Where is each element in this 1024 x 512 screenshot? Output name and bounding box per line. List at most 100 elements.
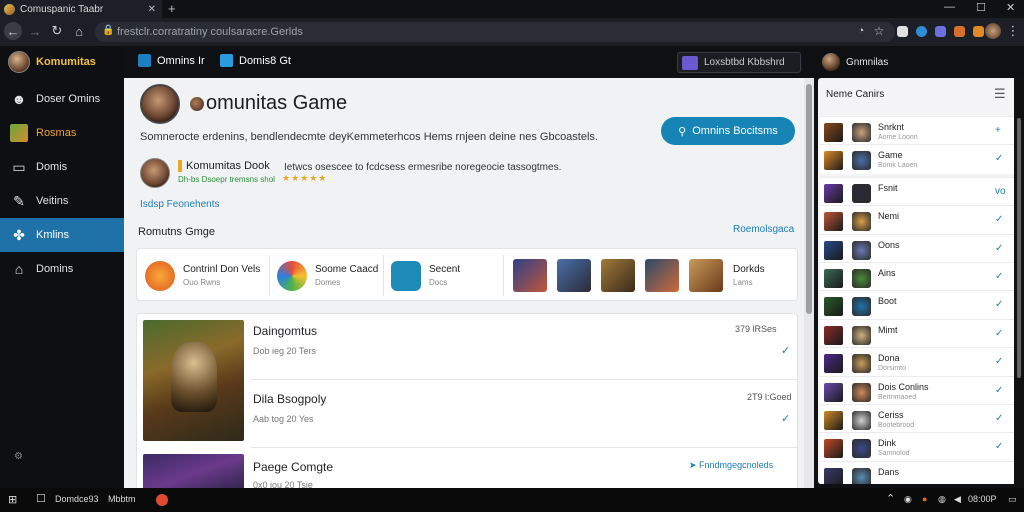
task-view-icon[interactable]: ☐: [36, 492, 46, 505]
check-icon[interactable]: ✓: [781, 412, 790, 425]
volume-icon[interactable]: ◀: [954, 494, 961, 505]
check-icon[interactable]: ✓: [995, 214, 1003, 225]
game-thumbnail[interactable]: [645, 259, 679, 292]
network-icon[interactable]: ◍: [938, 494, 946, 505]
settings-icon[interactable]: ⚙: [14, 451, 23, 462]
card-item[interactable]: Secent Docs: [391, 249, 460, 302]
home-icon[interactable]: ⌂: [70, 22, 88, 40]
game-title[interactable]: Paege Comgte: [253, 460, 333, 474]
cta-button[interactable]: ⚲ Omnins Bocitsms: [661, 117, 795, 145]
sidebar-item-games[interactable]: Rosmas: [0, 116, 124, 150]
sidebar-item-kmlins[interactable]: ✤ Kmlins: [0, 218, 124, 252]
check-icon[interactable]: ✓: [995, 413, 1003, 424]
game-thumbnail[interactable]: [513, 259, 547, 292]
tray-up-icon[interactable]: ⌃: [886, 492, 895, 505]
check-icon[interactable]: +: [995, 125, 1001, 136]
list-item[interactable]: Nemi ✓: [820, 205, 1016, 236]
list-item[interactable]: Dans: [820, 460, 1016, 484]
list-item[interactable]: Ains ✓: [820, 262, 1016, 292]
windows-start-icon[interactable]: ⊞: [8, 493, 17, 506]
check-icon[interactable]: ✓: [995, 328, 1003, 339]
list-item[interactable]: Fsnit vo: [820, 176, 1016, 207]
author-name[interactable]: Komumitas Dook: [178, 160, 270, 172]
list-item[interactable]: Dona Dorsimto ✓: [820, 347, 1016, 378]
card-item[interactable]: Dorkds Lams: [733, 249, 765, 302]
check-icon[interactable]: ✓: [995, 385, 1003, 396]
tab-omnins[interactable]: Omnins Ir: [138, 54, 205, 67]
follow-link[interactable]: Isdsp Feonehents: [140, 199, 220, 210]
check-icon[interactable]: ✓: [995, 299, 1003, 310]
list-item[interactable]: Game Bomk Laoen ✓: [820, 144, 1016, 175]
app-taskbar-icon[interactable]: [156, 494, 168, 506]
list-item[interactable]: Dink Samnolod ✓: [820, 432, 1016, 463]
extension-icon[interactable]: [973, 26, 984, 37]
check-icon[interactable]: ✓: [995, 243, 1003, 254]
notification-icon[interactable]: ▭: [1008, 494, 1017, 505]
close-window-icon[interactable]: ✕: [1006, 1, 1015, 14]
tab-domis[interactable]: Domis8 Gt: [220, 54, 291, 67]
check-icon[interactable]: ✓: [781, 344, 790, 357]
scrollbar-thumb[interactable]: [806, 84, 812, 314]
main-scrollbar[interactable]: [804, 78, 814, 488]
reload-icon[interactable]: ↻: [48, 22, 66, 40]
game-title[interactable]: Daingomtus: [253, 324, 317, 338]
game-icon: [824, 411, 843, 430]
check-icon[interactable]: ✓: [995, 441, 1003, 452]
minimize-icon[interactable]: —: [944, 1, 955, 13]
game-thumbnail[interactable]: [689, 259, 723, 292]
game-art-image[interactable]: [143, 320, 244, 441]
hamburger-menu-icon[interactable]: ☰: [994, 86, 1006, 102]
bookmark-star-icon[interactable]: ☆: [870, 22, 888, 40]
maximize-icon[interactable]: ☐: [976, 1, 986, 14]
top-action-button[interactable]: Loxsbtbd Kbbshrd: [677, 52, 801, 73]
sidebar-item-domis[interactable]: ▭ Domis: [0, 150, 124, 184]
extension-icon[interactable]: [935, 26, 946, 37]
right-panel-header[interactable]: Gnmnilas: [814, 46, 1024, 78]
forward-icon[interactable]: →: [26, 22, 44, 40]
new-tab-button[interactable]: +: [168, 1, 176, 16]
menu-icon[interactable]: ⋮: [1004, 22, 1022, 40]
list-item[interactable]: Mimt ✓: [820, 318, 1016, 349]
game-thumbnail[interactable]: [557, 259, 591, 292]
author-avatar[interactable]: [140, 158, 170, 188]
card-item[interactable]: Contrinl Don Vels Ouo Rwns: [145, 249, 260, 302]
list-item[interactable]: Ceriss Bootebrood ✓: [820, 404, 1016, 434]
check-icon[interactable]: ✓: [995, 356, 1003, 367]
scrollbar-thumb[interactable]: [1017, 118, 1021, 378]
tab-close-icon[interactable]: ✕: [148, 4, 156, 15]
check-icon[interactable]: ✓: [995, 271, 1003, 282]
taskbar-item[interactable]: Domdce93: [55, 494, 99, 504]
browser-tab[interactable]: Comuspanic Taabr ✕: [0, 0, 162, 18]
tray-icon[interactable]: ●: [922, 494, 927, 504]
taskbar-item[interactable]: Mbbtm: [108, 494, 136, 504]
card-item[interactable]: Soome Caacd Domes: [277, 249, 378, 302]
extension-icon[interactable]: [897, 26, 908, 37]
featured-cards: Contrinl Don Vels Ouo Rwns Soome Caacd Dom…: [136, 248, 798, 301]
list-item[interactable]: Boot ✓: [820, 290, 1016, 321]
clock[interactable]: 08:00P: [968, 494, 997, 504]
section-link[interactable]: Roemolsgaca: [733, 224, 794, 235]
game-title[interactable]: Dila Bsogpoly: [253, 392, 326, 406]
sidebar-item-veitins[interactable]: ✎ Veitins: [0, 184, 124, 218]
address-bar[interactable]: 🔒 frestclr.corratratiny coulsaracre.Gerl…: [95, 22, 895, 42]
profile-avatar[interactable]: [985, 23, 1001, 39]
share-icon[interactable]: ◔: [852, 22, 870, 40]
game-link[interactable]: ➤ Fnndmgegcnoleds: [689, 460, 773, 471]
list-item[interactable]: Oons ✓: [820, 233, 1016, 264]
back-icon[interactable]: ←: [4, 22, 22, 40]
game-thumbnail[interactable]: [601, 259, 635, 292]
extension-icon[interactable]: [954, 26, 965, 37]
check-icon[interactable]: vo: [995, 186, 1006, 197]
extension-icon[interactable]: [916, 26, 927, 37]
right-scrollbar[interactable]: [1014, 78, 1024, 488]
check-icon[interactable]: ✓: [995, 153, 1003, 164]
tray-icon[interactable]: ◉: [904, 494, 912, 505]
sidebar: Komumitas ☻ Doser Omins Rosmas ▭ Domis ✎…: [0, 46, 124, 488]
game-art-image[interactable]: [143, 454, 244, 488]
list-item[interactable]: Snrknt Aome Loonn +: [820, 116, 1016, 146]
page-title: omunitas Game: [190, 92, 347, 115]
list-item[interactable]: Dois Conlins Bertnmaoed ✓: [820, 375, 1016, 406]
sidebar-item-domins[interactable]: ⌂ Domins: [0, 252, 124, 286]
sidebar-brand[interactable]: Komumitas: [0, 46, 124, 78]
sidebar-item-doser[interactable]: ☻ Doser Omins: [0, 82, 124, 116]
